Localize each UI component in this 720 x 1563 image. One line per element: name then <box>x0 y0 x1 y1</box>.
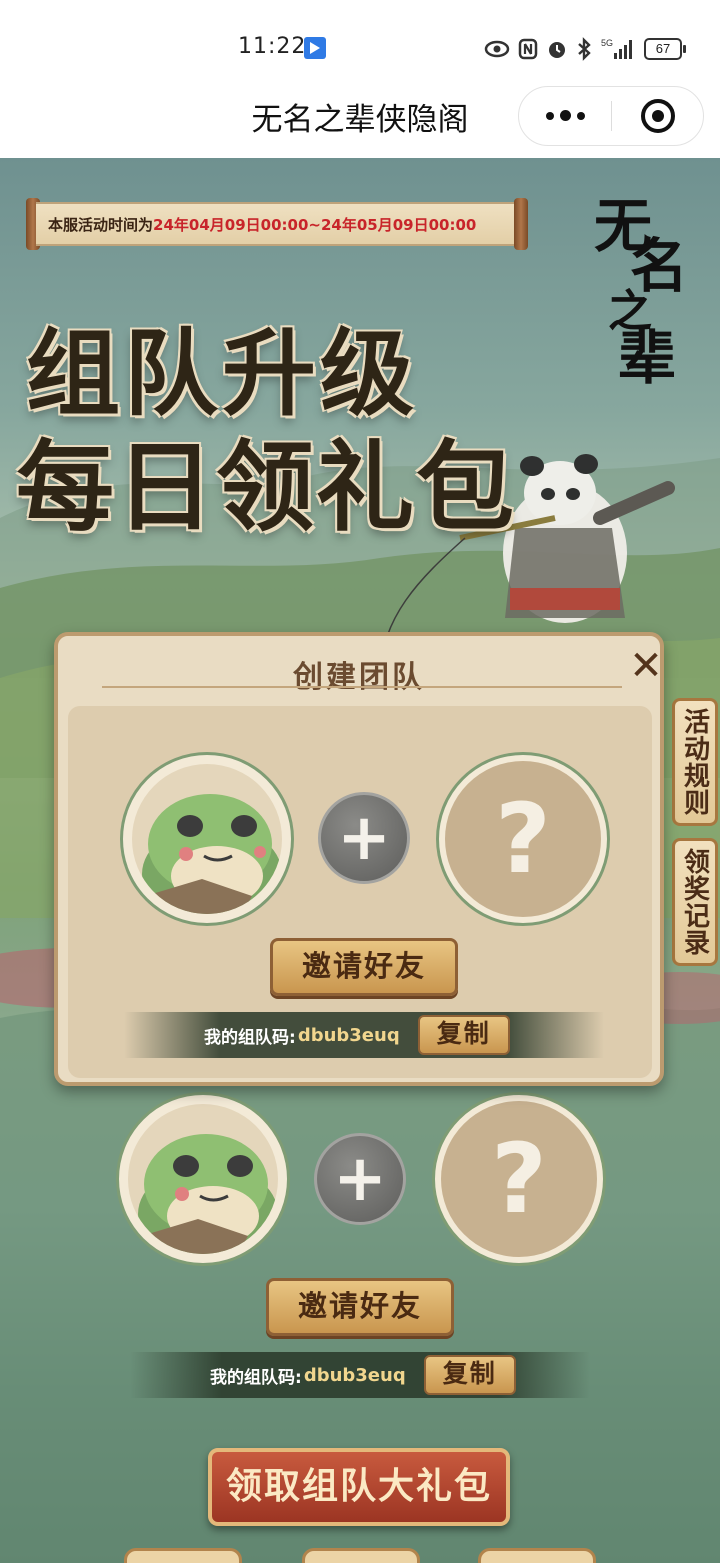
question-icon: ? <box>441 1101 597 1257</box>
bottom-tab <box>478 1548 596 1563</box>
create-team-dialog: 创建团队 ✕ + ? 邀请好友 我的组队码: dbub3euq 复制 <box>54 632 664 1086</box>
bluetooth-icon <box>578 37 591 61</box>
empty-member-slot[interactable]: ? <box>436 752 610 926</box>
battery-indicator: 67 <box>644 38 686 60</box>
team-code-value: dbub3euq <box>297 1024 400 1046</box>
logo-char-4: 辈 <box>618 324 677 392</box>
share-icon <box>304 37 326 59</box>
signal-5g-icon: 5G <box>601 38 632 59</box>
copy-code-button[interactable]: 复制 <box>417 1015 510 1055</box>
records-tab[interactable]: 领奖记录 <box>672 838 718 966</box>
svg-text:5G: 5G <box>601 38 613 48</box>
capsule-divider <box>611 101 612 131</box>
game-logo: 无 名 之 辈 <box>590 196 708 396</box>
team-code-bar-behind: 我的组队码: dbub3euq 复制 <box>130 1352 590 1398</box>
question-icon: ? <box>445 761 601 917</box>
hero-title-line2: 每日领礼包 <box>16 430 517 545</box>
close-icon[interactable] <box>641 99 675 133</box>
team-member-slot <box>120 752 294 926</box>
eye-icon <box>484 40 510 58</box>
title-divider <box>102 686 622 688</box>
team-code-label: 我的组队码: <box>204 1027 296 1048</box>
status-bar: 11:22 5G 67 <box>0 0 720 84</box>
event-page: 本服活动时间为 24年04月09日00:00~24年05月09日00:00 无 … <box>0 158 720 1563</box>
rules-tab[interactable]: 活动规则 <box>672 698 718 826</box>
more-icon[interactable] <box>519 87 611 144</box>
scroll-rod-right <box>514 198 528 250</box>
status-time: 11:22 <box>238 34 307 59</box>
frog-avatar <box>128 1104 278 1254</box>
invite-friend-button-behind: 邀请好友 <box>266 1278 454 1336</box>
alarm-icon <box>549 42 565 58</box>
dialog-body: + ? 邀请好友 我的组队码: dbub3euq 复制 <box>68 706 652 1078</box>
status-icons: 5G 67 <box>484 36 686 62</box>
bottom-tab <box>124 1548 242 1563</box>
nfc-icon <box>518 38 538 60</box>
event-time-range: 24年04月09日00:00~24年05月09日00:00 <box>153 215 477 234</box>
team-code-value: dbub3euq <box>303 1364 406 1386</box>
invite-friend-button[interactable]: 邀请好友 <box>270 938 458 996</box>
dialog-title: 创建团队 <box>293 660 425 695</box>
empty-member-slot-behind: ? <box>432 1092 606 1266</box>
add-member-button[interactable]: + <box>318 792 410 884</box>
frog-avatar <box>132 764 282 914</box>
capsule-menu <box>518 86 704 146</box>
team-member-slot <box>116 1092 290 1266</box>
team-code-label: 我的组队码: <box>210 1367 302 1388</box>
event-time-scroll: 本服活动时间为 24年04月09日00:00~24年05月09日00:00 <box>26 198 528 250</box>
add-member-button-behind: + <box>314 1133 406 1225</box>
event-time-label: 本服活动时间为 <box>48 215 154 234</box>
copy-code-button-behind: 复制 <box>423 1355 516 1395</box>
team-code-bar: 我的组队码: dbub3euq 复制 <box>124 1012 604 1058</box>
close-dialog-icon[interactable]: ✕ <box>628 646 664 686</box>
bottom-tab <box>302 1548 420 1563</box>
nav-bar: 无名之辈侠隐阁 <box>0 84 720 158</box>
event-time-text: 本服活动时间为 24年04月09日00:00~24年05月09日00:00 <box>36 202 518 246</box>
claim-team-gift-button[interactable]: 领取组队大礼包 <box>208 1448 510 1526</box>
